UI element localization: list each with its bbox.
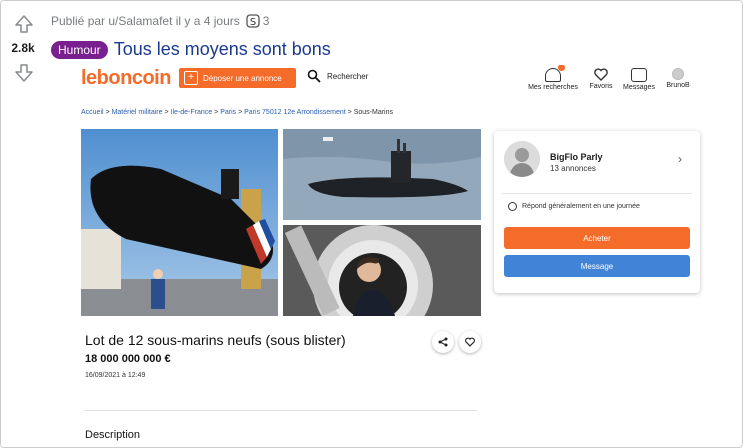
nav-mes-recherches: Mes recherches — [523, 65, 583, 91]
vote-column: 2.8k — [1, 1, 45, 447]
post-image[interactable]: leboncoin + Déposer une annonce Recherch… — [71, 65, 712, 447]
nav-messages: Messages — [619, 65, 659, 91]
share-icon — [432, 331, 454, 353]
response-text: Répond généralement en une journée — [522, 203, 640, 210]
heart-favorite-icon — [459, 331, 481, 353]
person-in-hatch-photo — [283, 225, 481, 316]
heart-icon — [594, 68, 608, 81]
post-author-time[interactable]: Publié par u/Salamafet il y a 4 jours — [51, 14, 240, 28]
divider — [85, 410, 477, 411]
listing-price: 18 000 000 000 € — [85, 353, 171, 365]
post-title-row: Humour Tous les moyens sont bons — [51, 39, 331, 60]
search-label: Rechercher — [327, 71, 369, 81]
post-flair[interactable]: Humour — [51, 40, 108, 59]
message-icon — [631, 68, 647, 82]
nav-user: BrunoB — [661, 65, 695, 89]
vote-score: 2.8k — [11, 41, 35, 55]
nav-label: Mes recherches — [528, 84, 578, 91]
acheter-button: Acheter — [504, 227, 690, 249]
post-title[interactable]: Tous les moyens sont bons — [114, 39, 331, 60]
listing-title: Lot de 12 sous-marins neufs (sous bliste… — [85, 332, 346, 348]
reddit-post-card: 2.8k Publié par u/Salamafet il y a 4 jou… — [0, 0, 743, 448]
listing-date: 16/09/2021 à 12:49 — [85, 372, 146, 379]
seller-avatar — [504, 141, 540, 177]
nav-label: Messages — [623, 84, 655, 91]
submarine-at-sea-photo — [283, 129, 481, 220]
post-meta: Publié par u/Salamafet il y a 4 jours S … — [51, 14, 269, 28]
plus-icon: + — [184, 71, 198, 85]
message-button: Message — [504, 255, 690, 277]
upvote-arrow-icon[interactable] — [14, 14, 34, 34]
leboncoin-logo: leboncoin — [81, 67, 171, 89]
award-count: 3 — [262, 14, 270, 28]
nav-label: Favoris — [589, 83, 613, 90]
seller-card: BigFlo Parly 13 annonces › Répond généra… — [494, 131, 700, 293]
svg-text:S: S — [250, 17, 256, 28]
breadcrumb-item: Matériel militaire — [111, 109, 163, 116]
search-link: Rechercher — [307, 69, 368, 83]
seller-annonces: 13 annonces — [550, 164, 596, 173]
lbc-header: leboncoin + Déposer une annonce Recherch… — [71, 65, 712, 95]
chevron-right-icon: › — [678, 152, 682, 166]
breadcrumb-current: Sous-Marins — [353, 109, 393, 116]
description-heading: Description — [85, 429, 141, 441]
response-time: Répond généralement en une journée — [508, 202, 640, 211]
clock-icon — [508, 202, 517, 211]
breadcrumb-item: Paris — [220, 109, 237, 116]
bell-icon — [545, 65, 565, 82]
user-icon — [672, 68, 684, 80]
search-icon — [307, 69, 321, 83]
breadcrumb: Accueil > Matériel militaire > Ile-de-Fr… — [81, 109, 393, 116]
deposer-label: Déposer une annonce — [203, 73, 282, 83]
award-icon[interactable]: S — [246, 14, 260, 28]
divider — [502, 193, 692, 194]
deposer-annonce-button: + Déposer une annonce — [179, 68, 296, 88]
breadcrumb-item: Ile-de-France — [170, 109, 213, 116]
submarine-drydock-photo — [81, 129, 278, 316]
seller-name: BigFlo Parly — [550, 152, 603, 162]
breadcrumb-item: Accueil — [81, 109, 104, 116]
breadcrumb-item: Paris 75012 12e Arrondissement — [244, 109, 346, 116]
nav-favoris: Favoris — [583, 65, 619, 90]
downvote-arrow-icon[interactable] — [14, 63, 34, 83]
nav-label: BrunoB — [666, 82, 690, 89]
